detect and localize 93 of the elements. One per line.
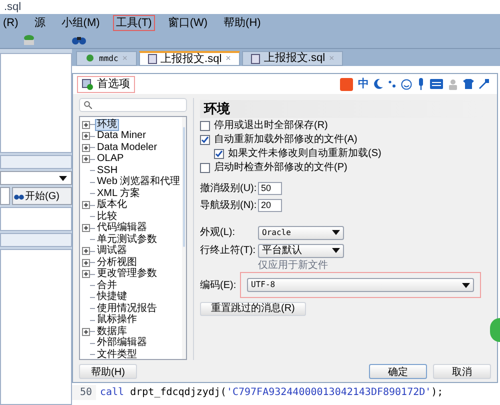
expand-icon[interactable] (82, 201, 90, 210)
expand-icon[interactable] (82, 120, 90, 129)
checkbox[interactable] (214, 148, 224, 158)
sql-file-icon (250, 54, 260, 64)
number-field[interactable]: 50 (258, 182, 282, 194)
tree-item[interactable]: SSH (95, 164, 120, 177)
expand-icon[interactable] (82, 270, 90, 278)
hint-text: 仅应用于新文件 (258, 260, 328, 272)
tree-item[interactable]: 版本化 (95, 199, 129, 212)
ok-button[interactable]: 确定 (369, 364, 427, 378)
cancel-button[interactable]: 取消 (433, 364, 491, 378)
tree-item[interactable]: 分析视图 (95, 256, 139, 269)
sql-file-icon (148, 54, 157, 64)
line-number: 50 (72, 384, 96, 400)
tree-item[interactable]: XML 方案 (95, 188, 142, 200)
dropdown-caret-icon (462, 282, 470, 288)
search-field[interactable] (0, 187, 10, 205)
tree-item[interactable]: 比较 (95, 210, 119, 223)
window-title: .sql (4, 1, 22, 13)
field-label: 撤消级别(U): (200, 182, 258, 196)
tree-item[interactable]: 数据库 (95, 326, 129, 338)
checkbox[interactable] (200, 134, 210, 144)
tree-item[interactable]: Data Modeler (95, 142, 160, 154)
wrench-icon[interactable] (479, 79, 489, 89)
editor-tab[interactable]: 上报报文.sql × (242, 51, 344, 66)
code-line: call drpt_fdcqdjzydj('C797FA93244000013042143DF890172D'); (99, 386, 444, 400)
tree-item[interactable]: 合并 (95, 280, 119, 292)
tree-item[interactable]: 调试器 (95, 245, 129, 258)
moon-icon[interactable] (374, 79, 383, 89)
expand-icon[interactable] (82, 144, 90, 152)
tree-item[interactable]: 快捷键 (95, 291, 129, 304)
binoculars-icon[interactable] (72, 35, 86, 45)
menu-item[interactable]: 源 (31, 15, 48, 31)
tree-item[interactable]: Web 浏览器和代理 (95, 176, 182, 188)
field-label: 导航级别(N): (200, 198, 258, 212)
smiley-icon[interactable] (401, 78, 412, 90)
checkbox[interactable] (200, 120, 210, 130)
start-search-button[interactable]: 开始(G) (12, 187, 72, 205)
editor-tab[interactable]: mmdc × (76, 51, 137, 66)
keyboard-icon[interactable] (430, 79, 443, 89)
ime-logo-icon[interactable] (340, 78, 353, 90)
checkbox-label: 自动重新加载外部修改的文件(A) (214, 132, 358, 147)
help-button[interactable]: 帮助(H) (79, 364, 137, 378)
punctuation-icon[interactable] (388, 79, 396, 89)
expand-icon[interactable] (82, 132, 90, 140)
checkbox-label: 如果文件未修改则自动重新加载(S) (228, 146, 382, 161)
search-icon (84, 101, 92, 109)
tree-item[interactable]: Data Miner (95, 130, 148, 142)
expand-icon[interactable] (82, 328, 90, 336)
ime-mode-label[interactable]: 中 (358, 76, 369, 92)
menu-item[interactable]: (R) (0, 15, 22, 31)
database-connection-icon (85, 54, 95, 64)
tree-item[interactable]: 更改管理参数 (95, 268, 159, 280)
checkbox[interactable] (200, 162, 210, 172)
dropdown-caret-icon (59, 176, 67, 180)
expand-icon[interactable] (82, 247, 90, 256)
field-label: 行终止符(T): (200, 244, 257, 258)
number-field[interactable]: 20 (258, 198, 282, 212)
preferences-icon (82, 78, 93, 90)
dropdown[interactable]: Oracle (258, 226, 344, 240)
tree-item[interactable]: 代码编辑器 (95, 222, 149, 234)
expand-icon[interactable] (82, 258, 90, 267)
tree-item[interactable]: 鼠标操作 (95, 314, 139, 326)
search-field[interactable] (79, 98, 187, 112)
tree-item[interactable]: 外部编辑器 (95, 337, 149, 350)
dropdown[interactable]: 平台默认 (258, 244, 344, 258)
expand-icon[interactable] (82, 155, 90, 164)
tree-item[interactable]: 文件类型 (95, 348, 139, 359)
scrollbar[interactable] (182, 117, 186, 359)
dropdown-caret-icon (332, 230, 340, 235)
checkbox-label: 停用或退出时全部保存(R) (214, 118, 328, 133)
binoculars-icon (14, 192, 24, 200)
field-label: 外观(L): (200, 226, 236, 240)
tree-item[interactable]: OLAP (95, 153, 126, 166)
menu-item[interactable]: 小组(M) (58, 15, 103, 31)
shirt-icon[interactable] (463, 79, 474, 89)
reset-messages-button[interactable]: 重置跳过的消息(R) (200, 302, 306, 316)
results-panel (0, 207, 72, 231)
editor-tab[interactable]: 上报报文.sql × (138, 51, 240, 66)
field-label: 编码(E): (200, 278, 238, 292)
tree-item[interactable]: 使用情况报告 (95, 302, 159, 315)
checkbox-label: 启动时检查外部修改的文件(P) (214, 160, 348, 175)
dialog-title: 首选项 (77, 76, 135, 92)
dropdown-caret-icon (332, 248, 340, 253)
dropdown[interactable]: UTF-8 (247, 278, 474, 292)
menu-item[interactable]: 工具(T) (112, 15, 155, 31)
menu-item[interactable]: 帮助(H) (220, 15, 264, 31)
tree-item[interactable]: 单元测试参数 (95, 234, 159, 246)
expand-icon[interactable] (82, 224, 90, 232)
tree-item[interactable]: 环境 (95, 118, 119, 131)
microphone-icon[interactable] (417, 78, 425, 90)
menu-item[interactable]: 窗口(W) (164, 15, 211, 31)
filter-dropdown[interactable] (0, 171, 72, 185)
